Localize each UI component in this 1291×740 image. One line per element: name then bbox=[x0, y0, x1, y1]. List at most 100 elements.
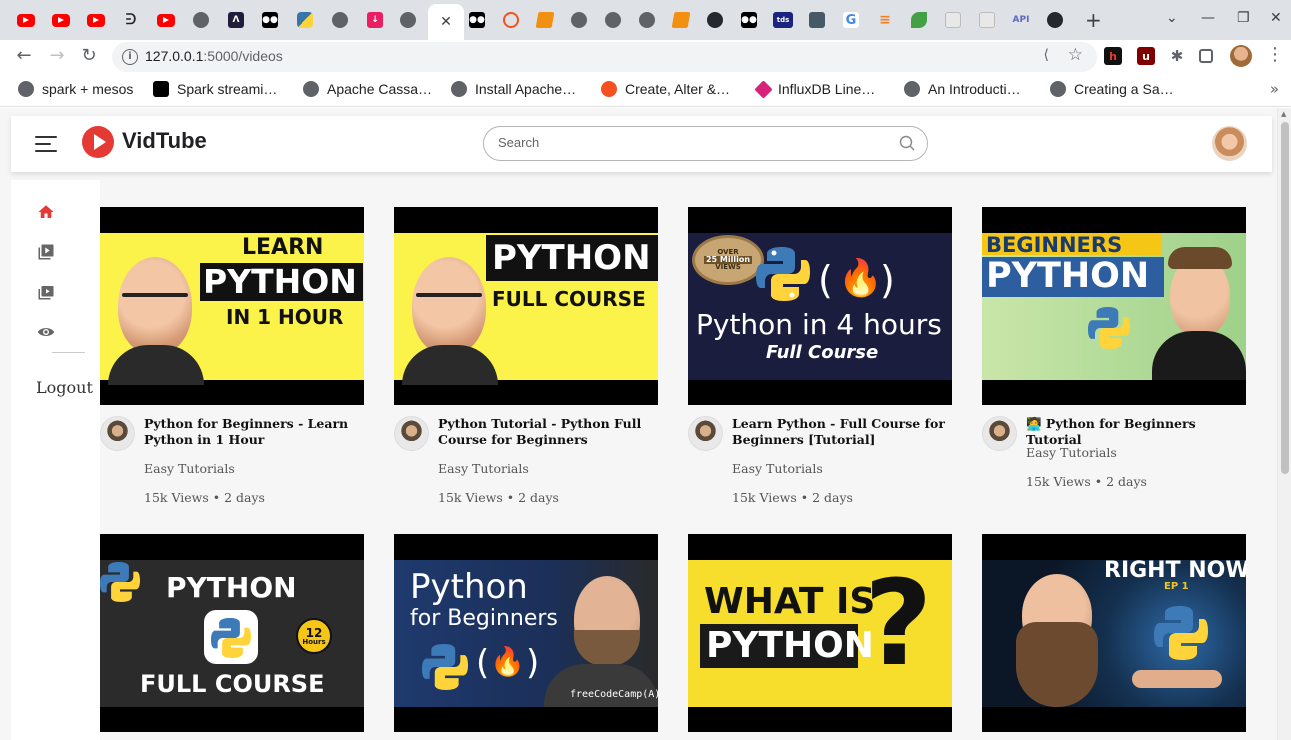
tab-active[interactable]: ✕ bbox=[428, 4, 464, 40]
tab[interactable]: ●● bbox=[256, 6, 284, 34]
tab[interactable] bbox=[326, 6, 354, 34]
video-thumbnail[interactable]: Python for Beginners ( 🔥 ) freeCodeCamp(… bbox=[394, 534, 658, 732]
bookmark-star-icon[interactable]: ☆ bbox=[1068, 45, 1083, 65]
bookmark-item[interactable]: InfluxDB Line… bbox=[754, 79, 875, 99]
ring-icon bbox=[503, 12, 519, 28]
tab[interactable]: G bbox=[837, 6, 865, 34]
video-title[interactable]: Python for Beginners - Learn Python in 1… bbox=[144, 416, 359, 448]
page-scrollbar[interactable]: ▲ bbox=[1277, 108, 1291, 740]
bookmark-item[interactable]: spark + mesos bbox=[18, 81, 133, 97]
video-thumbnail[interactable]: PYTHON FULL COURSE bbox=[394, 207, 658, 405]
channel-name[interactable]: Easy Tutorials bbox=[1026, 445, 1117, 460]
video-title[interactable]: Learn Python - Full Course for Beginners… bbox=[732, 416, 947, 448]
channel-name[interactable]: Easy Tutorials bbox=[732, 461, 823, 476]
close-icon[interactable]: ✕ bbox=[440, 14, 452, 30]
channel-avatar[interactable] bbox=[100, 416, 135, 451]
bookmark-item[interactable]: An Introducti… bbox=[904, 81, 1021, 97]
channel-avatar[interactable] bbox=[982, 416, 1017, 451]
tab[interactable] bbox=[667, 6, 695, 34]
tab[interactable] bbox=[939, 6, 967, 34]
search-input[interactable] bbox=[498, 135, 878, 150]
address-bar[interactable]: i 127.0.0.1:5000/videos ⟨ ☆ bbox=[112, 42, 1097, 72]
download-icon: ↓ bbox=[367, 12, 383, 28]
forward-icon[interactable]: → bbox=[45, 45, 69, 66]
scrollbar-thumb[interactable] bbox=[1281, 122, 1289, 474]
tab[interactable] bbox=[803, 6, 831, 34]
logout-link[interactable]: Logout bbox=[36, 378, 93, 397]
channel-name[interactable]: Easy Tutorials bbox=[438, 461, 529, 476]
user-avatar[interactable] bbox=[1212, 126, 1247, 161]
tab[interactable] bbox=[599, 6, 627, 34]
video-title[interactable]: 🧑‍💻 Python for Beginners Tutorial bbox=[1026, 416, 1241, 448]
tab[interactable]: ●● bbox=[463, 6, 491, 34]
watched-eye-icon[interactable] bbox=[36, 322, 56, 342]
python-logo-icon bbox=[1154, 606, 1208, 660]
subscriptions-icon[interactable] bbox=[36, 282, 56, 302]
tab[interactable]: Λ bbox=[222, 6, 250, 34]
tab[interactable] bbox=[565, 6, 593, 34]
tab[interactable] bbox=[1041, 6, 1069, 34]
extension-h-icon[interactable]: h bbox=[1104, 47, 1122, 65]
tab[interactable]: ↓ bbox=[361, 6, 389, 34]
search-box[interactable] bbox=[483, 126, 928, 161]
video-title[interactable]: Python Tutorial - Python Full Course for… bbox=[438, 416, 653, 448]
video-thumbnail[interactable]: BEGINNERS PYTHON bbox=[982, 207, 1246, 405]
new-tab-button[interactable]: + bbox=[1085, 8, 1102, 32]
ublock-icon[interactable]: u bbox=[1137, 47, 1155, 65]
tab[interactable]: ●● bbox=[735, 6, 763, 34]
video-thumbnail[interactable]: OVER 25 Million VIEWS ( 🔥 ) Python in 4 … bbox=[688, 207, 952, 405]
bookmarks-overflow-icon[interactable]: » bbox=[1270, 80, 1279, 98]
tab[interactable] bbox=[497, 6, 525, 34]
bookmark-item[interactable]: Spark streami… bbox=[153, 81, 277, 97]
restore-icon[interactable]: ❐ bbox=[1237, 10, 1250, 26]
bookmark-item[interactable]: Install Apache… bbox=[451, 81, 576, 97]
bookmark-item[interactable]: Creating a Sa… bbox=[1050, 81, 1174, 97]
channel-avatar[interactable] bbox=[394, 416, 429, 451]
extensions-puzzle-icon[interactable]: ✱ bbox=[1168, 47, 1186, 65]
tab[interactable] bbox=[47, 6, 75, 34]
python-logo-icon bbox=[100, 562, 140, 602]
side-panel-icon[interactable] bbox=[1199, 49, 1213, 63]
video-thumbnail[interactable]: WHAT IS PYTHON ? bbox=[688, 534, 952, 732]
tab[interactable]: ᕭ bbox=[117, 6, 145, 34]
video-thumbnail[interactable]: RIGHT NOW!! EP 1 bbox=[982, 534, 1246, 732]
video-thumbnail[interactable]: PYTHON 12 Hours FULL COURSE bbox=[100, 534, 364, 732]
tab[interactable] bbox=[633, 6, 661, 34]
logo-play-icon[interactable] bbox=[82, 126, 114, 158]
tab[interactable]: API bbox=[1007, 6, 1035, 34]
channel-avatar[interactable] bbox=[688, 416, 723, 451]
tab[interactable] bbox=[905, 6, 933, 34]
profile-avatar[interactable] bbox=[1230, 45, 1252, 67]
hamburger-menu-icon[interactable] bbox=[35, 136, 57, 152]
url-text[interactable]: 127.0.0.1:5000/videos bbox=[145, 48, 283, 64]
tab[interactable] bbox=[394, 6, 422, 34]
tab[interactable] bbox=[531, 6, 559, 34]
scroll-up-icon[interactable]: ▲ bbox=[1281, 110, 1286, 118]
bookmark-item[interactable]: Apache Cassa… bbox=[303, 81, 432, 97]
tab[interactable] bbox=[291, 6, 319, 34]
tab[interactable] bbox=[973, 6, 1001, 34]
video-thumbnail[interactable]: LEARN PYTHON IN 1 HOUR bbox=[100, 207, 364, 405]
reload-icon[interactable]: ↻ bbox=[77, 45, 101, 66]
site-info-icon[interactable]: i bbox=[122, 49, 138, 65]
tab[interactable] bbox=[82, 6, 110, 34]
bookmark-item[interactable]: Create, Alter &… bbox=[601, 81, 730, 97]
minimize-icon[interactable]: — bbox=[1201, 10, 1215, 26]
library-icon[interactable] bbox=[36, 242, 56, 262]
back-icon[interactable]: ← bbox=[12, 45, 36, 66]
tab-search-icon[interactable]: ⌄ bbox=[1166, 10, 1178, 26]
thumbnail-text: Python bbox=[410, 567, 528, 607]
tab[interactable] bbox=[152, 6, 180, 34]
close-window-icon[interactable]: ✕ bbox=[1270, 10, 1282, 26]
tab[interactable] bbox=[701, 6, 729, 34]
tab[interactable] bbox=[12, 6, 40, 34]
tab[interactable]: ≡ bbox=[871, 6, 899, 34]
channel-name[interactable]: Easy Tutorials bbox=[144, 461, 235, 476]
home-icon[interactable] bbox=[36, 202, 56, 222]
tab[interactable]: tds bbox=[769, 6, 797, 34]
app-logo-text[interactable]: VidTube bbox=[122, 128, 207, 154]
menu-kebab-icon[interactable]: ⋮ bbox=[1266, 44, 1284, 65]
search-icon[interactable] bbox=[899, 135, 915, 151]
share-icon[interactable]: ⟨ bbox=[1044, 47, 1049, 63]
tab[interactable] bbox=[187, 6, 215, 34]
